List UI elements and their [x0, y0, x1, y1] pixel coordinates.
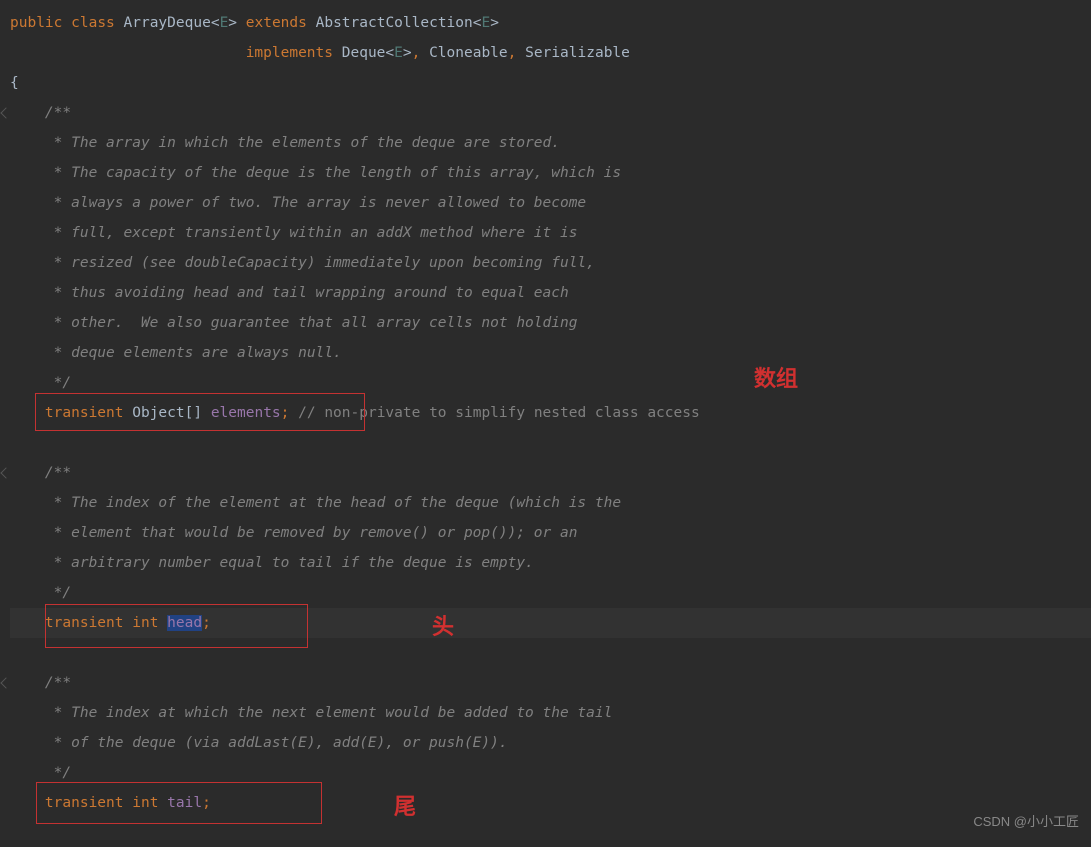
code-line: /**	[10, 98, 1091, 128]
code-line: public class ArrayDeque<E> extends Abstr…	[10, 8, 1091, 38]
code-line: * of the deque (via addLast(E), add(E), …	[10, 728, 1091, 758]
annotation-tail: 尾	[394, 792, 416, 822]
code-line: * full, except transiently within an add…	[10, 218, 1091, 248]
annotation-array: 数组	[754, 364, 798, 394]
code-line: {	[10, 68, 1091, 98]
code-line: * other. We also guarantee that all arra…	[10, 308, 1091, 338]
code-line: * The index at which the next element wo…	[10, 698, 1091, 728]
code-line	[10, 638, 1091, 668]
code-line: transient int tail;	[10, 788, 1091, 818]
code-line: */	[10, 758, 1091, 788]
code-line: */	[10, 578, 1091, 608]
code-line: * thus avoiding head and tail wrapping a…	[10, 278, 1091, 308]
code-line: * resized (see doubleCapacity) immediate…	[10, 248, 1091, 278]
watermark-text: CSDN @小小工匠	[973, 807, 1079, 837]
code-line: * arbitrary number equal to tail if the …	[10, 548, 1091, 578]
code-line-current: transient int head;	[10, 608, 1091, 638]
fold-marker-icon[interactable]	[0, 467, 11, 478]
code-line: * The array in which the elements of the…	[10, 128, 1091, 158]
code-line: * deque elements are always null.	[10, 338, 1091, 368]
code-line: implements Deque<E>, Cloneable, Serializ…	[10, 38, 1091, 68]
code-line: * element that would be removed by remov…	[10, 518, 1091, 548]
code-line: /**	[10, 458, 1091, 488]
code-line: /**	[10, 668, 1091, 698]
code-line: * always a power of two. The array is ne…	[10, 188, 1091, 218]
code-line	[10, 428, 1091, 458]
fold-marker-icon[interactable]	[0, 677, 11, 688]
code-line: */	[10, 368, 1091, 398]
annotation-head: 头	[432, 612, 454, 642]
fold-marker-icon[interactable]	[0, 107, 11, 118]
code-editor[interactable]: public class ArrayDeque<E> extends Abstr…	[0, 0, 1091, 826]
code-line: * The capacity of the deque is the lengt…	[10, 158, 1091, 188]
selected-text: head	[167, 615, 202, 631]
code-line: * The index of the element at the head o…	[10, 488, 1091, 518]
code-line: transient Object[] elements; // non-priv…	[10, 398, 1091, 428]
